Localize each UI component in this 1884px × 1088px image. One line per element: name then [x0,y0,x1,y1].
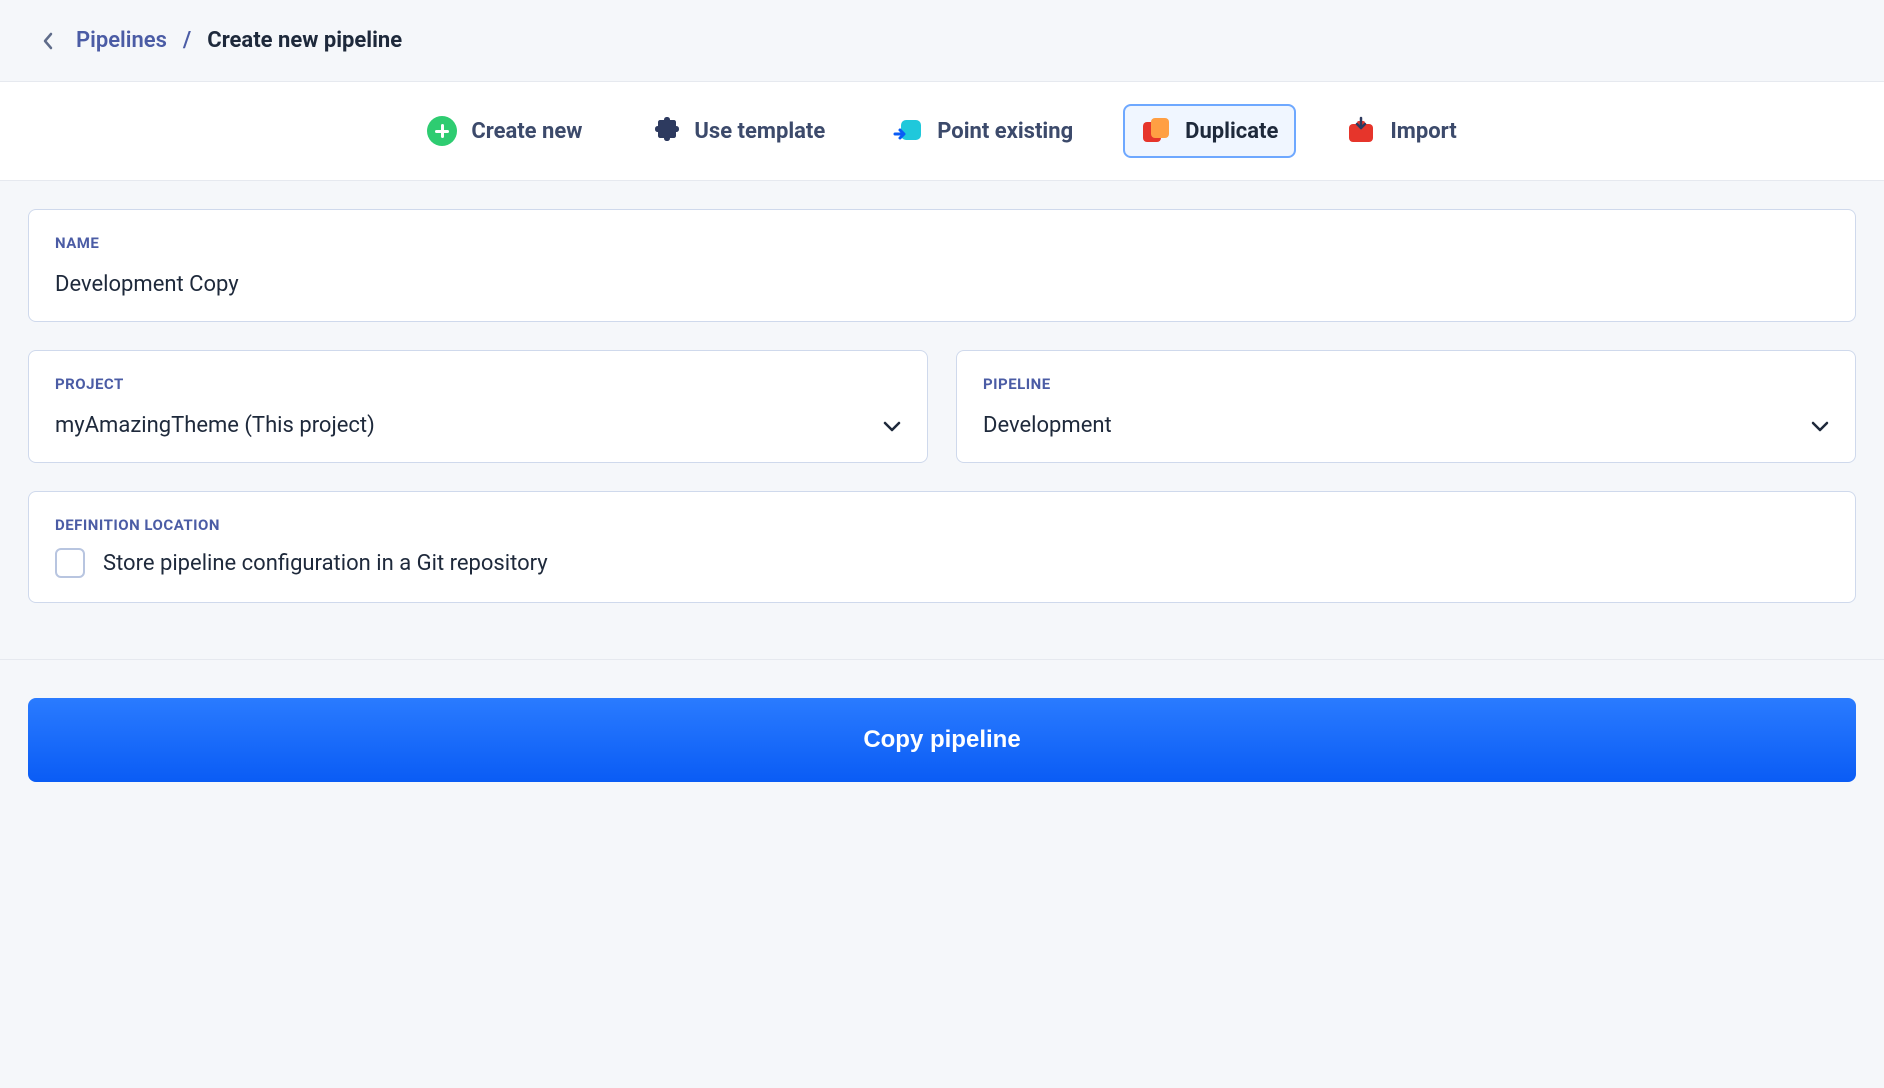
name-input[interactable]: Development Copy [55,272,1829,297]
tab-point-existing[interactable]: Point existing [875,104,1091,158]
plus-circle-icon [427,116,457,146]
name-panel: NAME Development Copy [28,209,1856,322]
project-value: myAmazingTheme (This project) [55,413,375,438]
tab-create-new-label: Create new [471,119,582,144]
project-panel: PROJECT myAmazingTheme (This project) [28,350,928,463]
tab-use-template-label: Use template [694,119,825,144]
tab-import-label: Import [1390,119,1456,144]
git-repo-checkbox-label: Store pipeline configuration in a Git re… [103,551,548,576]
pipeline-panel: PIPELINE Development [956,350,1856,463]
point-icon [893,116,923,146]
tab-duplicate-label: Duplicate [1185,119,1278,144]
copy-pipeline-button[interactable]: Copy pipeline [28,698,1856,782]
back-chevron-icon[interactable] [36,29,60,53]
chevron-down-icon [1811,417,1829,435]
puzzle-icon [650,116,680,146]
tab-point-existing-label: Point existing [937,119,1073,144]
tab-duplicate[interactable]: Duplicate [1123,104,1296,158]
project-select[interactable]: myAmazingTheme (This project) [55,413,901,438]
tabs-bar: Create new Use template [0,82,1884,181]
pipeline-value: Development [983,413,1112,438]
project-label: PROJECT [55,375,901,393]
breadcrumb-separator: / [183,28,191,53]
tab-import[interactable]: Import [1328,104,1474,158]
duplicate-icon [1141,116,1171,146]
tab-use-template[interactable]: Use template [632,104,843,158]
definition-location-panel: DEFINITION LOCATION Store pipeline confi… [28,491,1856,603]
breadcrumb-current: Create new pipeline [207,28,402,53]
tab-create-new[interactable]: Create new [409,104,600,158]
pipeline-select[interactable]: Development [983,413,1829,438]
footer: Copy pipeline [0,659,1884,820]
definition-location-label: DEFINITION LOCATION [55,516,1829,534]
pipeline-label: PIPELINE [983,375,1829,393]
breadcrumb: Pipelines / Create new pipeline [0,0,1884,82]
chevron-down-icon [883,417,901,435]
import-icon [1346,116,1376,146]
git-repo-checkbox[interactable] [55,548,85,578]
name-label: NAME [55,234,1829,252]
breadcrumb-pipelines-link[interactable]: Pipelines [76,28,167,53]
